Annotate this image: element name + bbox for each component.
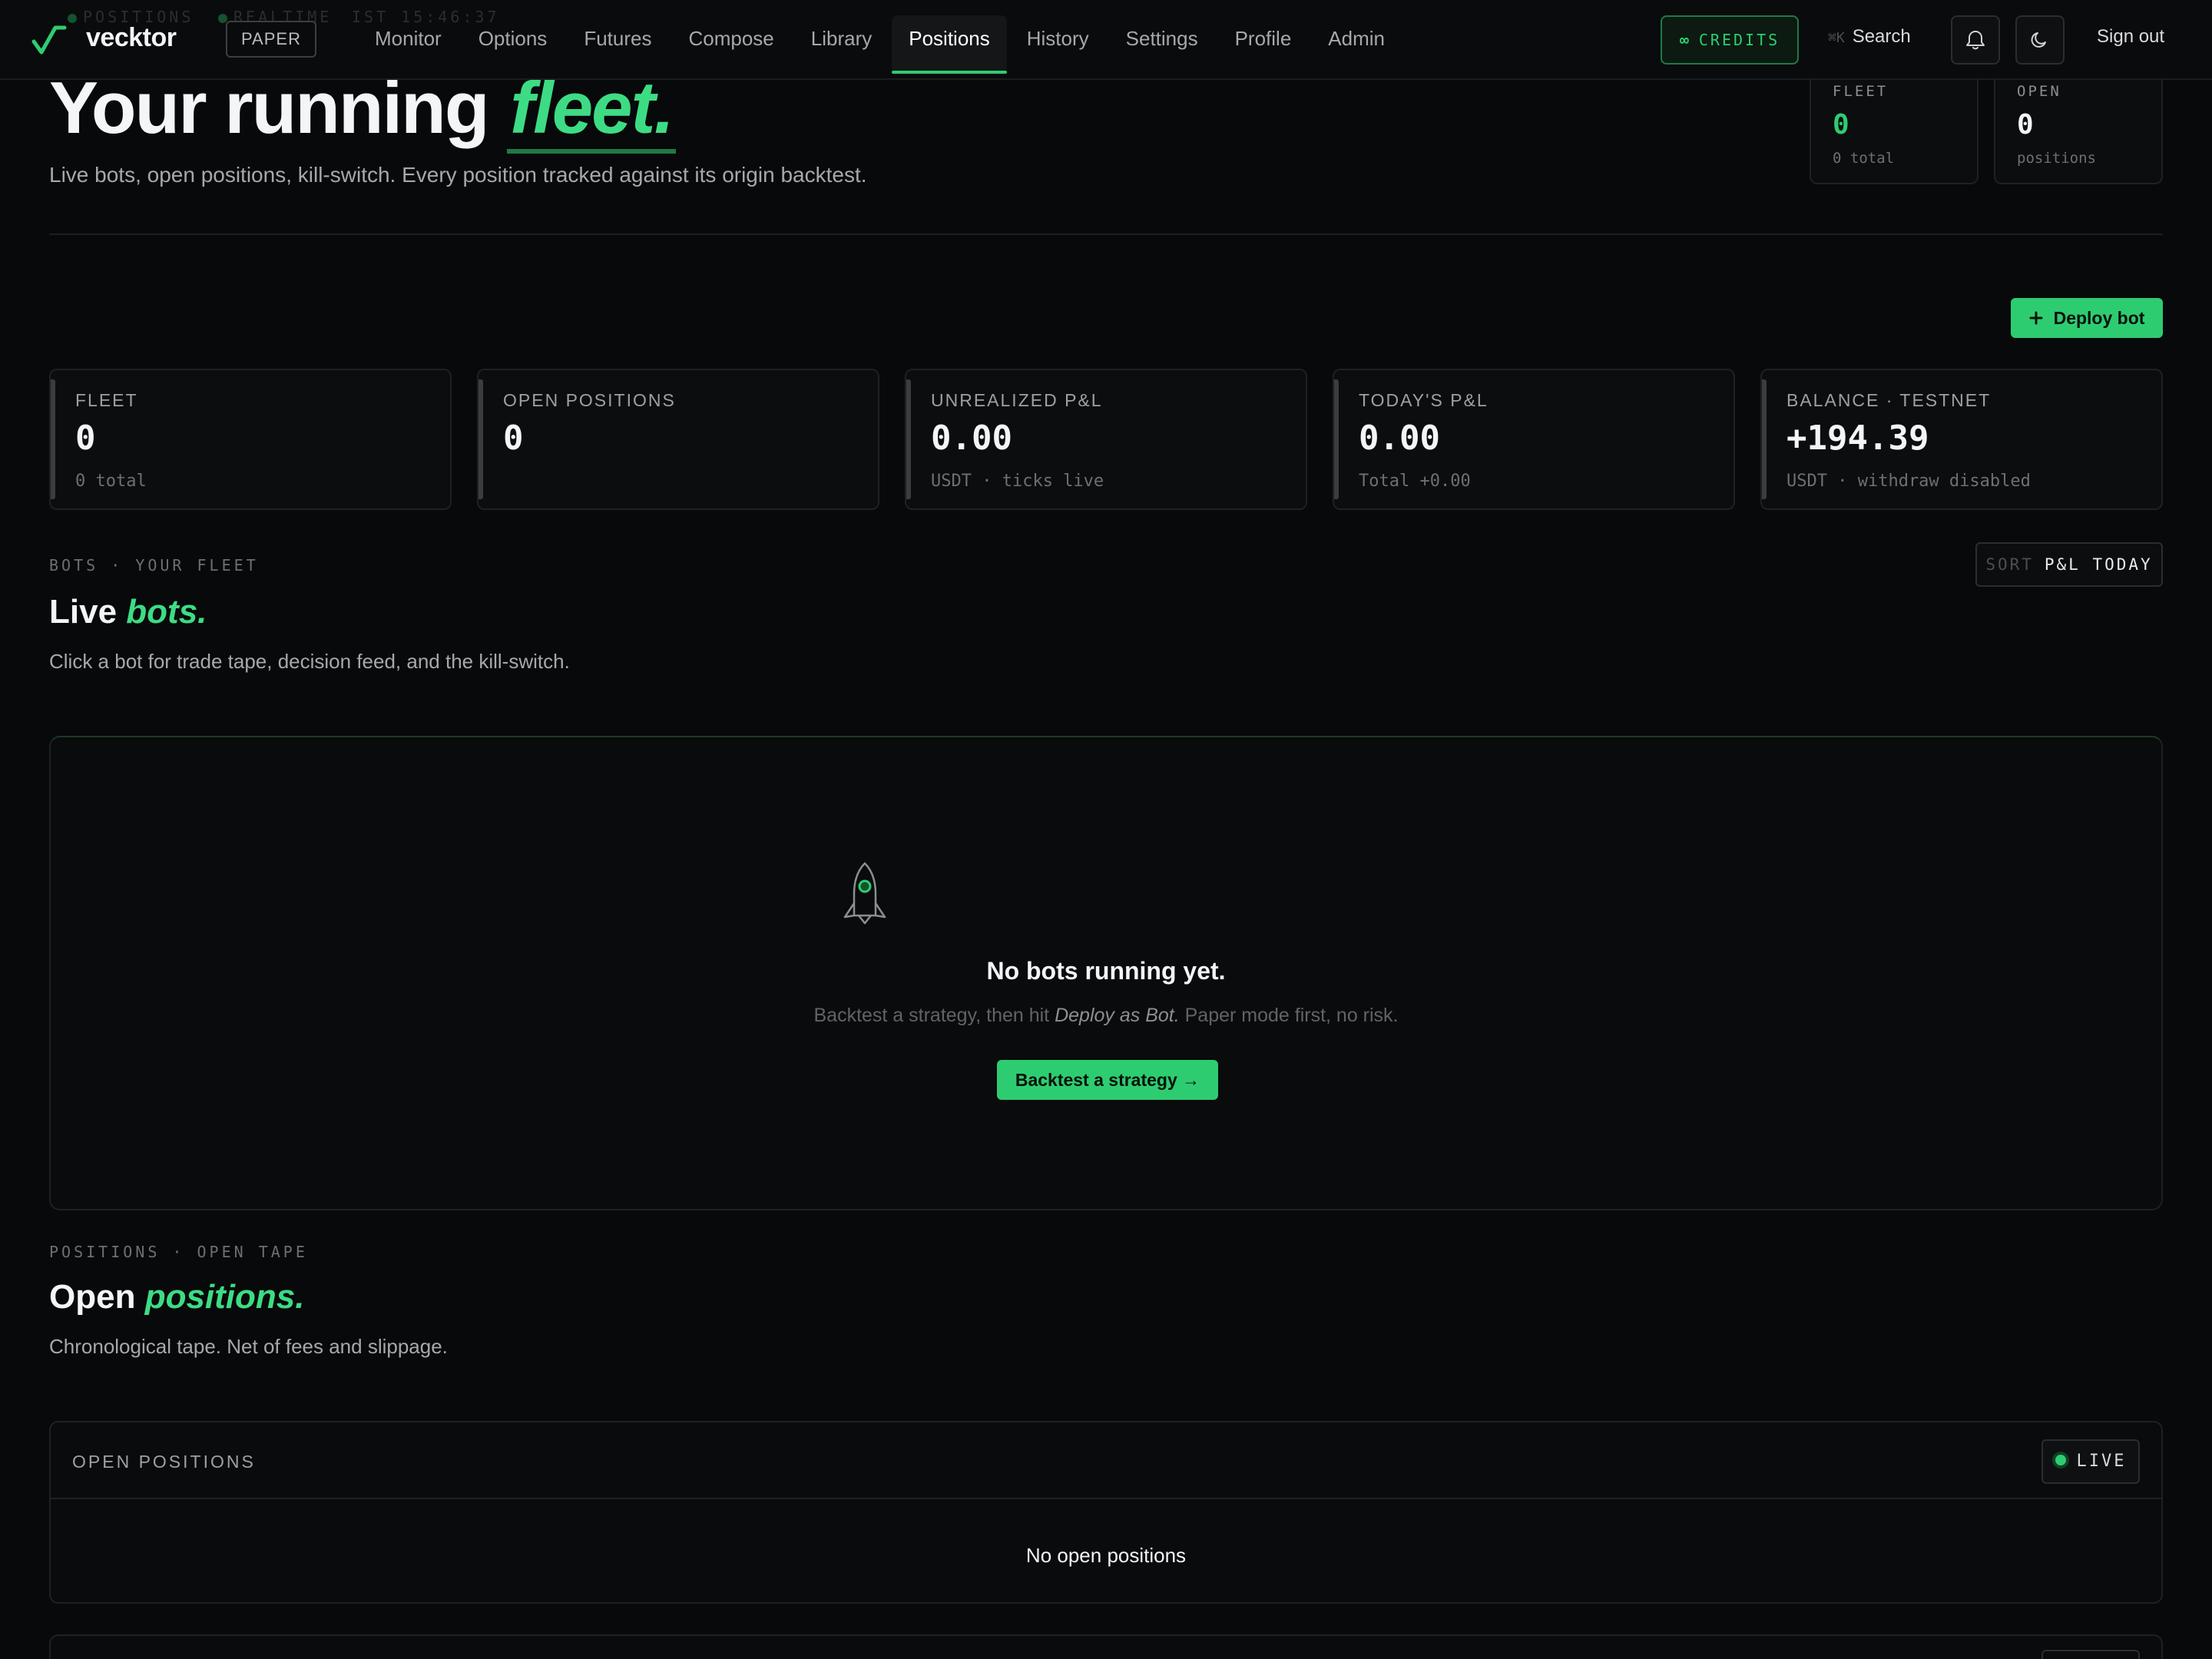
search-button[interactable]: ⌘K Search (1828, 26, 1911, 48)
theme-toggle-button[interactable] (2015, 15, 2065, 65)
next-panel-chip[interactable] (2041, 1650, 2140, 1659)
stat-label: OPEN POSITIONS (503, 390, 676, 410)
infinity-icon: ∞ (1679, 31, 1691, 49)
open-positions-title: OPEN POSITIONS (72, 1452, 256, 1472)
mini-card-sub: 0 total (1833, 150, 1895, 167)
empty-bots-subtitle: Backtest a strategy, then hit Deploy as … (51, 1005, 2161, 1027)
empty-sub-italic: Deploy as Bot. (1055, 1005, 1180, 1026)
stat-label: UNREALIZED P&L (931, 390, 1103, 410)
sort-key: SORT (1985, 555, 2034, 574)
stat-label: TODAY'S P&L (1359, 390, 1488, 410)
empty-sub-before: Backtest a strategy, then hit (813, 1005, 1050, 1026)
stat-card-unrealized-pnl: UNREALIZED P&L 0.00 USDT · ticks live (905, 369, 1307, 510)
nav-library[interactable]: Library (794, 15, 889, 74)
nav-compose[interactable]: Compose (671, 15, 790, 74)
stat-label: FLEET (75, 390, 138, 410)
header-divider (49, 233, 2163, 235)
bots-title-emphasis: bots. (126, 593, 207, 631)
bots-subtitle: Click a bot for trade tape, decision fee… (49, 650, 570, 673)
stat-card-todays-pnl: TODAY'S P&L 0.00 Total +0.00 (1333, 369, 1735, 510)
stat-value: +194.39 (1786, 419, 1929, 458)
search-label: Search (1852, 26, 1911, 47)
deploy-bot-label: Deploy bot (2053, 307, 2145, 328)
mini-card-label: OPEN (2017, 83, 2061, 100)
sign-out-button[interactable]: Sign out (2097, 26, 2164, 48)
mini-card-sub: positions (2017, 150, 2096, 167)
stat-value: 0.00 (931, 419, 1012, 458)
no-open-positions: No open positions (1025, 1544, 1187, 1567)
nav-profile[interactable]: Profile (1218, 15, 1309, 74)
moon-icon (2031, 32, 2046, 48)
nav-settings[interactable]: Settings (1109, 15, 1215, 74)
bell-icon (1966, 31, 1985, 50)
stat-card-balance: BALANCE · TESTNET +194.39 USDT · withdra… (1760, 369, 2163, 510)
brand-logo-icon[interactable] (31, 22, 68, 55)
page-subtitle: Live bots, open positions, kill-switch. … (49, 163, 867, 187)
positions-title: Open positions. (49, 1278, 304, 1316)
empty-sub-after: Paper mode first, no risk. (1184, 1005, 1399, 1026)
search-shortcut: ⌘K (1828, 30, 1845, 46)
open-positions-panel: OPEN POSITIONS LIVE No open positions (49, 1421, 2163, 1604)
mini-card-label: FLEET (1833, 83, 1889, 100)
nav-positions[interactable]: Positions (892, 15, 1007, 74)
top-nav: POSITIONS REALTIME IST 15:46:37 vecktor … (0, 0, 2212, 80)
positions-title-emphasis: positions. (144, 1278, 305, 1316)
plus-icon (2029, 311, 2043, 325)
empty-bots-title: No bots running yet. (986, 957, 1226, 985)
live-label: LIVE (2076, 1452, 2127, 1471)
main-nav: Monitor Options Futures Compose Library … (358, 15, 1405, 74)
sort-dropdown[interactable]: SORT P&L TODAY (1975, 542, 2163, 587)
mini-card-fleet: FLEET 0 0 total (1810, 80, 1979, 184)
nav-options[interactable]: Options (462, 15, 565, 74)
bots-eyebrow: BOTS · YOUR FLEET (49, 556, 259, 575)
credits-button[interactable]: ∞ CREDITS (1661, 15, 1799, 65)
open-positions-header: OPEN POSITIONS LIVE (51, 1422, 2161, 1499)
next-panel (49, 1634, 2163, 1659)
mode-badge: PAPER (226, 21, 316, 58)
stat-value: 0.00 (1359, 419, 1440, 458)
stat-sub: 0 total (75, 472, 147, 491)
mini-card-open: OPEN 0 positions (1994, 80, 2163, 184)
rocket-icon (843, 862, 886, 925)
positions-eyebrow: POSITIONS · OPEN TAPE (49, 1243, 308, 1261)
nav-monitor[interactable]: Monitor (358, 15, 459, 74)
backtest-strategy-button[interactable]: Backtest a strategy → (997, 1060, 1218, 1100)
deploy-bot-button[interactable]: Deploy bot (2011, 298, 2163, 338)
positions-subtitle: Chronological tape. Net of fees and slip… (49, 1335, 448, 1358)
live-dot-icon (2055, 1455, 2066, 1465)
stat-value: 0 (75, 419, 96, 458)
ghost-status-dot (68, 13, 77, 23)
positions-title-prefix: Open (49, 1278, 136, 1316)
mini-card-value: 0 (1833, 109, 1849, 141)
mini-card-value: 0 (2017, 109, 2034, 141)
stat-sub: Total +0.00 (1359, 472, 1471, 491)
stat-card-open-positions: OPEN POSITIONS 0 (477, 369, 879, 510)
ghost-realtime-dot (218, 13, 227, 23)
stat-sub: USDT · withdraw disabled (1786, 472, 2031, 491)
live-indicator[interactable]: LIVE (2041, 1439, 2140, 1484)
stat-card-fleet: FLEET 0 0 total (49, 369, 452, 510)
stat-value: 0 (503, 419, 524, 458)
notifications-button[interactable] (1951, 15, 2000, 65)
nav-futures[interactable]: Futures (567, 15, 668, 74)
stat-sub: USDT · ticks live (931, 472, 1104, 491)
nav-admin[interactable]: Admin (1311, 15, 1402, 74)
brand-name[interactable]: vecktor (86, 23, 177, 53)
nav-history[interactable]: History (1010, 15, 1106, 74)
bots-title-prefix: Live (49, 593, 118, 631)
bots-title: Live bots. (49, 593, 207, 631)
stat-label: BALANCE · TESTNET (1786, 390, 1992, 410)
bots-empty-panel: No bots running yet. Backtest a strategy… (49, 736, 2163, 1210)
credits-label: CREDITS (1698, 31, 1780, 49)
sort-value: P&L TODAY (2044, 555, 2153, 574)
